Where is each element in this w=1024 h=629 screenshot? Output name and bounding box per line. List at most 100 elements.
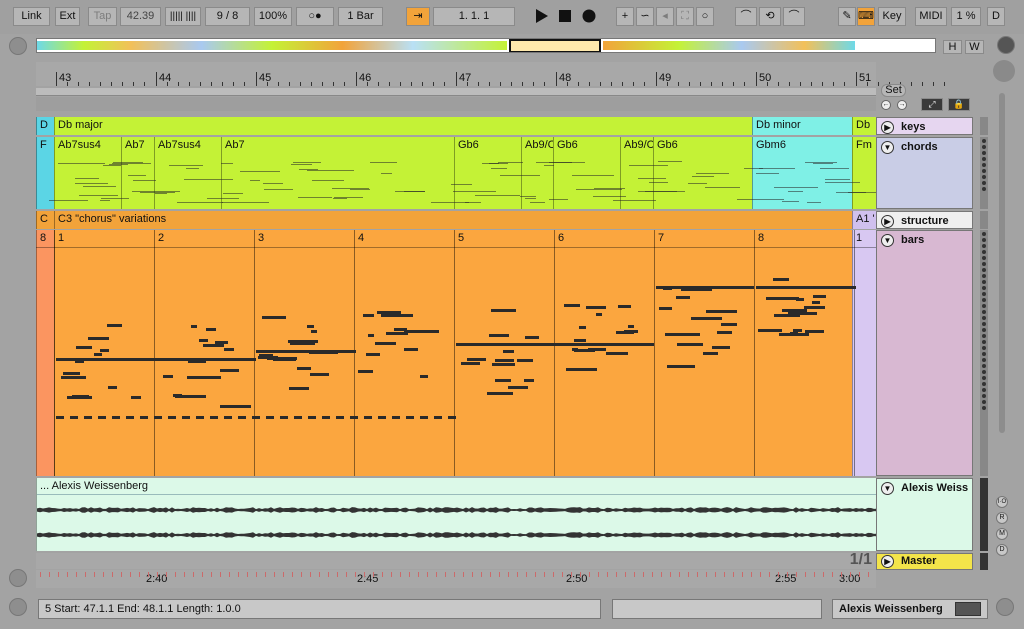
lock-icon[interactable]: 🔒 (948, 98, 970, 111)
play-icon[interactable] (533, 8, 549, 24)
midi-note[interactable] (758, 329, 782, 332)
scrub-area[interactable] (36, 97, 876, 111)
bars-clip[interactable]: 8 (36, 230, 54, 476)
midi-note[interactable] (56, 416, 64, 419)
midi-note[interactable] (168, 416, 176, 419)
midi-note[interactable] (579, 326, 586, 329)
link-button[interactable]: Link (13, 7, 50, 26)
midi-note[interactable] (656, 286, 754, 289)
selected-track-name[interactable]: Alexis Weissenberg (832, 599, 988, 619)
midi-note[interactable] (100, 349, 109, 352)
midi-note[interactable] (210, 416, 218, 419)
track-header-master[interactable]: ▶ Master (876, 553, 973, 570)
midi-note[interactable] (154, 416, 162, 419)
midi-note[interactable] (377, 311, 401, 314)
key-map-button[interactable]: Key (878, 7, 906, 26)
midi-note[interactable] (804, 306, 825, 309)
midi-note[interactable] (311, 330, 317, 333)
h-button[interactable]: H (943, 40, 962, 54)
structure-clip[interactable]: A1 ' (852, 211, 876, 229)
midi-note[interactable] (220, 369, 239, 372)
midi-note[interactable] (266, 416, 274, 419)
midi-note[interactable] (363, 314, 374, 317)
midi-note[interactable] (378, 416, 386, 419)
chord-clip[interactable]: F (36, 137, 54, 209)
tempo-field[interactable]: 42.39 (120, 7, 161, 26)
audio-clip[interactable]: ... Alexis Weissenberg (36, 478, 876, 551)
midi-note[interactable] (667, 365, 695, 368)
midi-note[interactable] (108, 386, 117, 389)
midi-note[interactable] (554, 343, 654, 346)
midi-note[interactable] (628, 325, 634, 328)
midi-note[interactable] (495, 379, 511, 382)
midi-note[interactable] (375, 342, 396, 345)
midi-note[interactable] (364, 416, 372, 419)
vertical-scrollbar[interactable] (999, 93, 1005, 433)
fold-arrow-icon[interactable]: ▶ (881, 121, 894, 134)
capture-icon[interactable]: ⛶ (676, 7, 694, 26)
midi-note[interactable] (665, 333, 700, 336)
midi-note[interactable] (72, 395, 89, 398)
chord-clip[interactable]: Ab9/C (620, 137, 653, 209)
midi-note[interactable] (98, 416, 106, 419)
keys-clip[interactable]: Db minor (752, 117, 852, 135)
overdub-icon[interactable]: + (616, 7, 634, 26)
fold-arrow-icon[interactable]: ▼ (881, 141, 894, 154)
track-header-chords[interactable]: ▼ chords (876, 137, 973, 209)
midi-note[interactable] (572, 348, 578, 351)
midi-note[interactable] (94, 353, 102, 356)
ext-sync-button[interactable]: Ext (55, 7, 80, 26)
metronome-button[interactable]: ○● (296, 7, 334, 26)
midi-note[interactable] (420, 416, 428, 419)
midi-note[interactable] (308, 416, 316, 419)
midi-note[interactable] (381, 314, 413, 317)
browser-toggle-icon[interactable] (9, 37, 27, 55)
midi-note[interactable] (199, 339, 208, 342)
midi-note[interactable] (175, 395, 206, 398)
structure-clip[interactable]: C (36, 211, 54, 229)
midi-note[interactable] (297, 367, 311, 370)
midi-note[interactable] (616, 331, 634, 334)
midi-note[interactable] (404, 348, 418, 351)
punch-in-icon[interactable]: ⌒ (735, 7, 757, 26)
returns-toggle-icon[interactable]: R (996, 512, 1008, 524)
midi-note[interactable] (84, 416, 92, 419)
midi-note[interactable] (70, 416, 78, 419)
midi-note[interactable] (596, 313, 602, 316)
midi-note[interactable] (366, 353, 380, 356)
midi-note[interactable] (238, 416, 246, 419)
keys-clip[interactable]: D (36, 117, 54, 135)
midi-note[interactable] (788, 312, 817, 315)
quantize-select[interactable]: 1 Bar (338, 7, 383, 26)
midi-map-button[interactable]: MIDI (915, 7, 947, 26)
midi-note[interactable] (491, 309, 516, 312)
bars-clip[interactable]: 1 (852, 230, 876, 476)
chord-clip[interactable]: Fm (852, 137, 876, 209)
tap-tempo-button[interactable]: Tap (88, 7, 117, 26)
back-to-arrangement-icon[interactable]: ◂ (656, 7, 674, 26)
bars-clip[interactable] (54, 230, 852, 476)
midi-note[interactable] (461, 362, 480, 365)
zoom-field[interactable]: 100% (254, 7, 292, 26)
midi-note[interactable] (524, 379, 534, 382)
draw-mode-icon[interactable]: ✎ (838, 7, 856, 26)
expand-icon[interactable]: ⤢ (921, 98, 943, 111)
midi-note[interactable] (182, 416, 190, 419)
midi-note[interactable] (495, 359, 514, 362)
next-locator-icon[interactable]: → (897, 100, 907, 110)
fold-arrow-icon[interactable]: ▶ (881, 555, 894, 568)
midi-note[interactable] (140, 416, 148, 419)
beat-time-ruler[interactable]: 43 44 45 46 47 48 49 50 51 (36, 62, 945, 86)
midi-note[interactable] (310, 373, 329, 376)
midi-note[interactable] (350, 416, 358, 419)
midi-note[interactable] (503, 350, 514, 353)
follow-icon[interactable]: ⇥ (406, 7, 430, 26)
midi-note[interactable] (812, 301, 820, 304)
midi-note[interactable] (691, 317, 722, 320)
record-icon[interactable] (581, 8, 597, 24)
midi-note[interactable] (508, 386, 528, 389)
set-locator-button[interactable]: Set (881, 84, 906, 97)
fold-arrow-icon[interactable]: ▼ (881, 234, 894, 247)
midi-note[interactable] (676, 296, 690, 299)
midi-note[interactable] (191, 325, 197, 328)
